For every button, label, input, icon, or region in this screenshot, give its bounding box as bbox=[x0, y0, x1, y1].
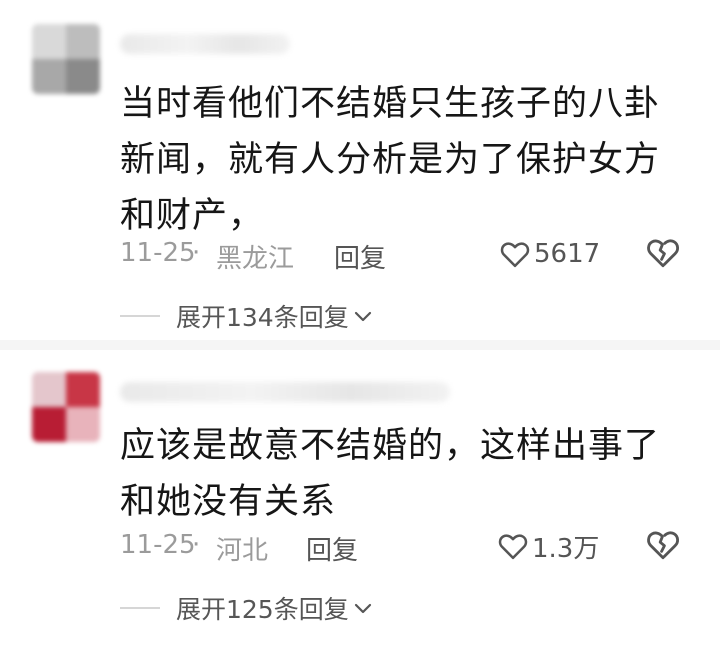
expand-replies-button[interactable]: 展开125条回复 bbox=[120, 588, 373, 628]
expand-line bbox=[120, 607, 160, 609]
comment-item: 当时看他们不结婚只生孩子的八卦新闻，就有人分析是为了保护女方和财产， 11-25… bbox=[0, 0, 720, 340]
broken-heart-icon[interactable] bbox=[646, 236, 680, 270]
username-redacted[interactable] bbox=[120, 34, 290, 54]
expand-replies-label: 展开134条回复 bbox=[176, 303, 349, 332]
expand-replies-button[interactable]: 展开134条回复 bbox=[120, 296, 373, 336]
comment-date: 11-25 bbox=[120, 530, 196, 560]
chevron-down-icon bbox=[354, 603, 371, 614]
expand-replies-label: 展开125条回复 bbox=[176, 595, 349, 624]
avatar[interactable] bbox=[32, 372, 100, 442]
heart-outline-icon bbox=[500, 242, 530, 268]
comment-text: 应该是故意不结婚的，这样出事了和她没有关系 bbox=[120, 426, 661, 522]
comment-region: 黑龙江 bbox=[216, 244, 295, 274]
expand-line bbox=[120, 315, 160, 317]
comment-list: 当时看他们不结婚只生孩子的八卦新闻，就有人分析是为了保护女方和财产， 11-25… bbox=[0, 0, 720, 645]
meta-separator: · bbox=[192, 530, 201, 560]
comment-meta: 11-25 · 河北 回复 1.3万 bbox=[120, 526, 684, 566]
comment-meta: 11-25 · 黑龙江 回复 5617 bbox=[120, 234, 684, 274]
comment-region: 河北 bbox=[216, 536, 269, 566]
avatar[interactable] bbox=[32, 24, 100, 94]
like-button[interactable]: 5617 bbox=[500, 234, 600, 274]
like-button[interactable]: 1.3万 bbox=[498, 526, 599, 566]
reply-button[interactable]: 回复 bbox=[334, 238, 386, 275]
comment-divider bbox=[0, 340, 720, 350]
meta-separator: · bbox=[192, 238, 201, 268]
comment-item: 应该是故意不结婚的，这样出事了和她没有关系 11-25 · 河北 回复 1.3万… bbox=[0, 350, 720, 645]
like-count: 1.3万 bbox=[532, 533, 600, 564]
like-count: 5617 bbox=[534, 239, 601, 269]
reply-button[interactable]: 回复 bbox=[306, 530, 358, 567]
broken-heart-icon[interactable] bbox=[646, 528, 680, 562]
username-redacted[interactable] bbox=[120, 382, 450, 402]
heart-outline-icon bbox=[498, 534, 528, 560]
comment-date: 11-25 bbox=[120, 238, 196, 268]
chevron-down-icon bbox=[354, 311, 371, 322]
comment-text: 当时看他们不结婚只生孩子的八卦新闻，就有人分析是为了保护女方和财产， bbox=[120, 84, 661, 236]
